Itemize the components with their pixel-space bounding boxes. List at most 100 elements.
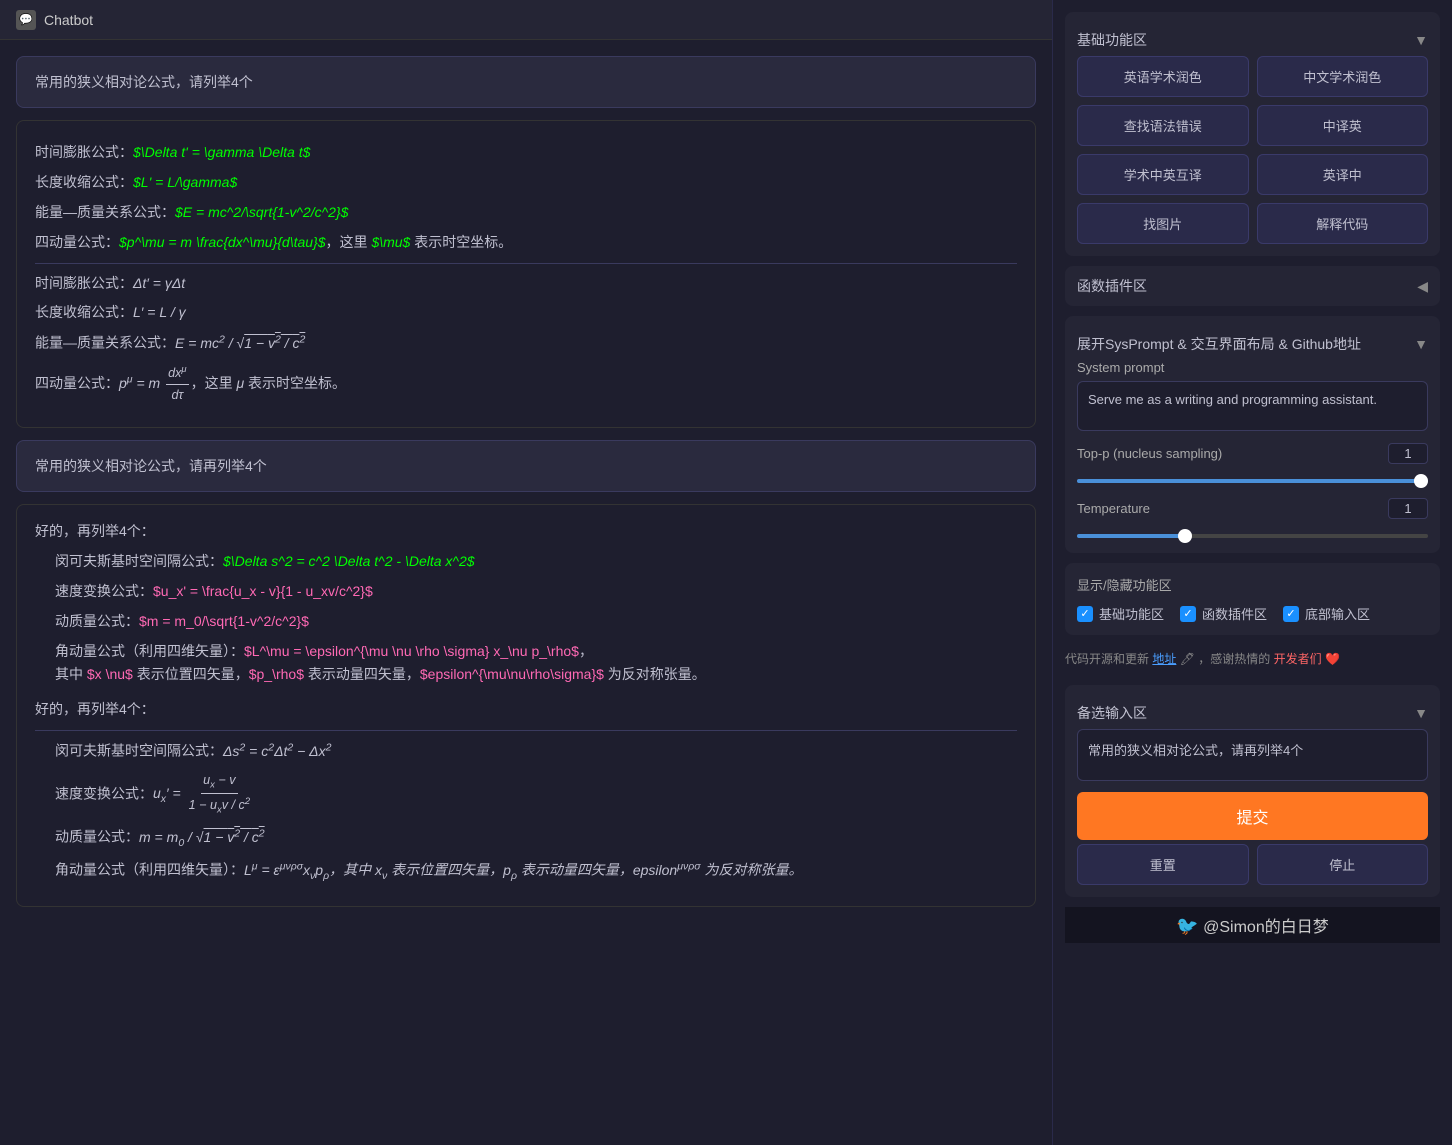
user-message-2: 常用的狭义相对论公式，请再列举4个 — [16, 440, 1036, 492]
formula-item: 能量—质量关系公式：$E = mc^2/\sqrt{1-v^2/c^2}$ — [35, 201, 1017, 225]
formula-code: $m = m_0/\sqrt{1-v^2/c^2}$ — [139, 613, 309, 629]
formula-code: $u_x' = \frac{u_x - v}{1 - u_xv/c^2}$ — [153, 583, 373, 599]
formula-item: 速度变换公式：$u_x' = \frac{u_x - v}{1 - u_xv/c… — [55, 580, 1017, 604]
assistant-message-1: 时间膨胀公式：$\Delta t' = \gamma \Delta t$ 长度收… — [16, 120, 1036, 427]
top-p-row: Top-p (nucleus sampling) 1 — [1077, 443, 1428, 464]
submit-button[interactable]: 提交 — [1077, 792, 1428, 840]
visibility-section: 显示/隐藏功能区 ✓ 基础功能区 ✓ 函数插件区 ✓ 底部输入区 — [1065, 563, 1440, 635]
contributor-link[interactable]: 开发者们 — [1274, 652, 1322, 666]
temperature-value: 1 — [1388, 498, 1428, 519]
checkbox-plugin[interactable]: ✓ 函数插件区 — [1180, 604, 1267, 623]
basic-buttons-grid: 英语学术润色 中文学术润色 查找语法错误 中译英 学术中英互译 英译中 找图片 … — [1077, 56, 1428, 244]
checkbox-bottom[interactable]: ✓ 底部输入区 — [1283, 604, 1370, 623]
good-label-2: 好的，再列举4个： — [35, 697, 1017, 722]
app-title: Chatbot — [44, 12, 93, 28]
temperature-slider-container — [1077, 525, 1428, 541]
btn-english-academic[interactable]: 英语学术润色 — [1077, 56, 1249, 97]
reset-button[interactable]: 重置 — [1077, 844, 1249, 885]
formula-code: $L' = L/\gamma$ — [133, 174, 237, 190]
formula-list-1-code: 时间膨胀公式：$\Delta t' = \gamma \Delta t$ 长度收… — [35, 141, 1017, 254]
links-section: 代码开源和更新 地址 🖊 ，感谢热情的 开发者们 ❤️ — [1065, 645, 1440, 675]
formula-item-rendered: 闵可夫斯基时空间隔公式：Δs2 = c2Δt2 − Δx2 — [55, 739, 1017, 763]
formula-list-2-code: 闵可夫斯基时空间隔公式：$\Delta s^2 = c^2 \Delta t^2… — [55, 550, 1017, 687]
user-message-2-text: 常用的狭义相对论公式，请再列举4个 — [35, 458, 267, 474]
formula-item: 闵可夫斯基时空间隔公式：$\Delta s^2 = c^2 \Delta t^2… — [55, 550, 1017, 574]
links-suffix: ，感谢热情的 — [1198, 652, 1270, 666]
btn-find-image[interactable]: 找图片 — [1077, 203, 1249, 244]
checkbox-basic[interactable]: ✓ 基础功能区 — [1077, 604, 1164, 623]
formula-code: $E = mc^2/\sqrt{1-v^2/c^2}$ — [175, 204, 348, 220]
chat-area[interactable]: 常用的狭义相对论公式，请列举4个 时间膨胀公式：$\Delta t' = \ga… — [0, 40, 1052, 1145]
basic-functions-header: 基础功能区 ▼ — [1077, 24, 1428, 56]
top-p-slider-container — [1077, 470, 1428, 486]
checkbox-row: ✓ 基础功能区 ✓ 函数插件区 ✓ 底部输入区 — [1077, 604, 1428, 623]
top-p-slider[interactable] — [1077, 479, 1428, 483]
btn-explain-code[interactable]: 解释代码 — [1257, 203, 1429, 244]
alternate-input[interactable]: 常用的狭义相对论公式，请再列举4个 — [1077, 729, 1428, 781]
formula-item-rendered: 能量—质量关系公式：E = mc2 / √1 − v2 / c2 — [35, 331, 1017, 355]
divider — [35, 263, 1017, 264]
plugin-arrow[interactable]: ◀ — [1417, 278, 1428, 295]
formula-code: $\Delta t' = \gamma \Delta t$ — [133, 144, 310, 160]
sysprompt-section: 展开SysPrompt & 交互界面布局 & Github地址 ▼ System… — [1065, 316, 1440, 553]
basic-functions-arrow[interactable]: ▼ — [1414, 32, 1428, 48]
alternate-header: 备选输入区 ▼ — [1077, 697, 1428, 729]
formula-code: $\Delta s^2 = c^2 \Delta t^2 - \Delta x^… — [223, 553, 475, 569]
links-prefix: 代码开源和更新 — [1065, 652, 1149, 666]
btn-en-to-zh[interactable]: 英译中 — [1257, 154, 1429, 195]
formula-item: 长度收缩公式：$L' = L/\gamma$ — [35, 171, 1017, 195]
user-message-1-text: 常用的狭义相对论公式，请列举4个 — [35, 74, 253, 90]
chat-icon: 💬 — [16, 10, 36, 30]
sysprompt-header: 展开SysPrompt & 交互界面布局 & Github地址 ▼ — [1077, 328, 1428, 360]
alternate-section: 备选输入区 ▼ 常用的狭义相对论公式，请再列举4个 提交 重置 停止 — [1065, 685, 1440, 897]
plugin-section: 函数插件区 ◀ — [1065, 266, 1440, 306]
formula-code: $\mu$ — [371, 234, 410, 250]
formula-code: $L^\mu = \epsilon^{\mu \nu \rho \sigma} … — [244, 643, 579, 659]
sysprompt-title: 展开SysPrompt & 交互界面布局 & Github地址 — [1077, 334, 1361, 354]
formula-code: $x \nu$ — [87, 666, 133, 682]
basic-functions-section: 基础功能区 ▼ 英语学术润色 中文学术润色 查找语法错误 中译英 学术中英互译 … — [1065, 12, 1440, 256]
formula-item: 时间膨胀公式：$\Delta t' = \gamma \Delta t$ — [35, 141, 1017, 165]
heart-emoji: ❤️ — [1325, 652, 1340, 666]
watermark: 🐦 @Simon的白日梦 — [1065, 907, 1440, 943]
stop-button[interactable]: 停止 — [1257, 844, 1429, 885]
btn-chinese-academic[interactable]: 中文学术润色 — [1257, 56, 1429, 97]
checkbox-bottom-box: ✓ — [1283, 606, 1299, 622]
checkbox-basic-box: ✓ — [1077, 606, 1093, 622]
app-header: 💬 Chatbot — [0, 0, 1052, 40]
formula-item: 四动量公式：$p^\mu = m \frac{dx^\mu}{d\tau}$，这… — [35, 231, 1017, 255]
top-p-label: Top-p (nucleus sampling) — [1077, 446, 1222, 461]
btn-grammar-check[interactable]: 查找语法错误 — [1077, 105, 1249, 146]
alternate-title: 备选输入区 — [1077, 703, 1147, 723]
formula-code: $epsilon^{\mu\nu\rho\sigma}$ — [420, 666, 604, 682]
plugin-title: 函数插件区 — [1077, 276, 1147, 296]
links-emoji: 🖊 — [1180, 652, 1199, 666]
visibility-title: 显示/隐藏功能区 — [1077, 575, 1428, 594]
formula-code: $p_\rho$ — [249, 666, 304, 682]
formula-item-rendered: 四动量公式：pμ = m dxμdτ，这里 μ 表示时空坐标。 — [35, 362, 1017, 407]
formula-item-rendered: 速度变换公式：ux′ = ux − v1 − uxv / c2 — [55, 770, 1017, 819]
system-prompt-label: System prompt — [1077, 360, 1428, 375]
divider-2 — [35, 730, 1017, 731]
alternate-arrow[interactable]: ▼ — [1414, 705, 1428, 721]
formula-item-rendered: 动质量公式：m = m0 / √1 − v2 / c2 — [55, 825, 1017, 852]
sysprompt-arrow[interactable]: ▼ — [1414, 336, 1428, 352]
formula-item: 动质量公式：$m = m_0/\sqrt{1-v^2/c^2}$ — [55, 610, 1017, 634]
formula-list-1-rendered: 时间膨胀公式：Δt′ = γΔt 长度收缩公式：L′ = L / γ 能量—质量… — [35, 272, 1017, 407]
btn-zh-to-en[interactable]: 中译英 — [1257, 105, 1429, 146]
top-p-value: 1 — [1388, 443, 1428, 464]
right-panel: 基础功能区 ▼ 英语学术润色 中文学术润色 查找语法错误 中译英 学术中英互译 … — [1052, 0, 1452, 1145]
assistant-message-2: 好的，再列举4个： 闵可夫斯基时空间隔公式：$\Delta s^2 = c^2 … — [16, 504, 1036, 907]
btn-academic-translate[interactable]: 学术中英互译 — [1077, 154, 1249, 195]
checkbox-plugin-label: 函数插件区 — [1202, 604, 1267, 623]
bottom-buttons: 重置 停止 — [1077, 844, 1428, 885]
system-prompt-text[interactable]: Serve me as a writing and programming as… — [1077, 381, 1428, 431]
formula-item: 角动量公式（利用四维矢量）：$L^\mu = \epsilon^{\mu \nu… — [55, 640, 1017, 688]
temperature-slider[interactable] — [1077, 534, 1428, 538]
user-message-1: 常用的狭义相对论公式，请列举4个 — [16, 56, 1036, 108]
formula-code: $p^\mu = m \frac{dx^\mu}{d\tau}$ — [119, 234, 326, 250]
basic-functions-title: 基础功能区 — [1077, 30, 1147, 50]
checkbox-plugin-box: ✓ — [1180, 606, 1196, 622]
formula-list-2-rendered: 闵可夫斯基时空间隔公式：Δs2 = c2Δt2 − Δx2 速度变换公式：ux′… — [55, 739, 1017, 885]
links-address[interactable]: 地址 — [1152, 652, 1176, 666]
